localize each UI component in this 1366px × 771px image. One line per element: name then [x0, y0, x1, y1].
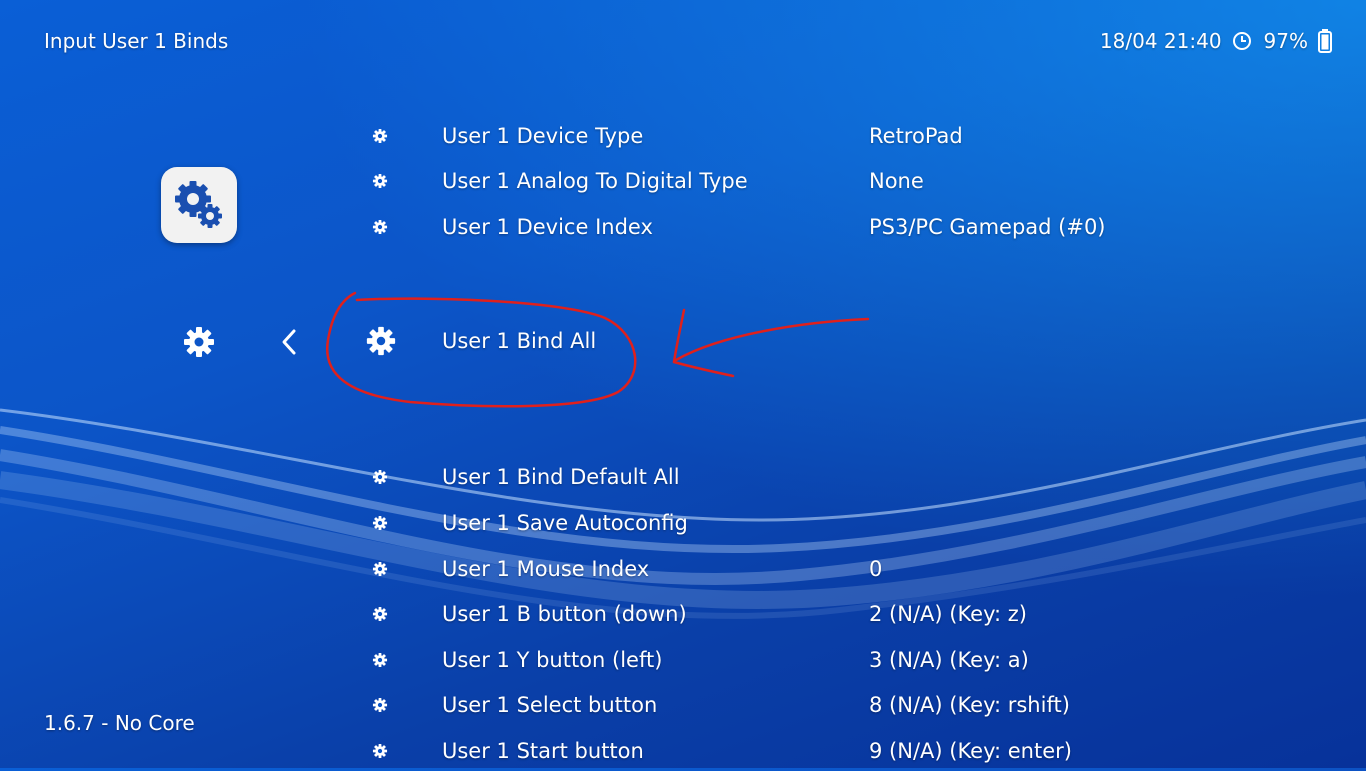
- battery-icon: [1318, 29, 1332, 53]
- gear-icon: [372, 515, 388, 531]
- battery-percent: 97%: [1263, 29, 1308, 53]
- gear-icon: [372, 128, 388, 144]
- page-title: Input User 1 Binds: [44, 29, 229, 53]
- menu-item[interactable]: User 1 Select button 8 (N/A) (Key: rshift…: [360, 685, 1260, 725]
- menu-item-label: User 1 B button (down): [442, 602, 687, 626]
- menu-item-label: User 1 Device Index: [442, 215, 653, 239]
- gear-icon: [182, 325, 216, 359]
- menu-item-label: User 1 Bind All: [442, 329, 597, 353]
- version-label: 1.6.7 - No Core: [44, 711, 195, 735]
- menu-item[interactable]: User 1 Device Index PS3/PC Gamepad (#0): [360, 207, 1260, 247]
- menu-item-label: User 1 Start button: [442, 739, 644, 763]
- menu-item[interactable]: User 1 Device Type RetroPad: [360, 116, 1260, 156]
- gear-icon: [372, 561, 388, 577]
- gear-icon: [372, 606, 388, 622]
- menu-item-value: None: [869, 169, 924, 193]
- menu-item[interactable]: User 1 Start button 9 (N/A) (Key: enter): [360, 731, 1260, 771]
- gear-icon: [365, 325, 397, 357]
- datetime: 18/04 21:40: [1099, 29, 1222, 53]
- menu-item-value: 2 (N/A) (Key: z): [869, 602, 1027, 626]
- menu-item-value: 9 (N/A) (Key: enter): [869, 739, 1072, 763]
- gear-icon: [372, 697, 388, 713]
- menu-item[interactable]: User 1 Bind All: [360, 321, 1260, 361]
- menu-item[interactable]: User 1 Analog To Digital Type None: [360, 161, 1260, 201]
- menu-item[interactable]: User 1 Save Autoconfig: [360, 503, 1260, 543]
- menu-item-value: PS3/PC Gamepad (#0): [869, 215, 1106, 239]
- chevron-left-icon[interactable]: [278, 326, 300, 358]
- gear-icon: [372, 173, 388, 189]
- menu-item[interactable]: User 1 Y button (left) 3 (N/A) (Key: a): [360, 640, 1260, 680]
- gear-icon: [372, 469, 388, 485]
- menu-item-value: 3 (N/A) (Key: a): [869, 648, 1029, 672]
- gear-icon: [372, 652, 388, 668]
- menu-item[interactable]: User 1 Bind Default All: [360, 457, 1260, 497]
- gear-icon: [372, 219, 388, 235]
- menu-item-label: User 1 Save Autoconfig: [442, 511, 688, 535]
- menu-item-label: User 1 Device Type: [442, 124, 644, 148]
- menu-item-value: 8 (N/A) (Key: rshift): [869, 693, 1070, 717]
- menu-item-label: User 1 Y button (left): [442, 648, 663, 672]
- gear-icon: [372, 743, 388, 759]
- settings-gears-icon[interactable]: [161, 167, 237, 243]
- menu-item-value: 0: [869, 557, 883, 581]
- menu-item[interactable]: User 1 B button (down) 2 (N/A) (Key: z): [360, 594, 1260, 634]
- menu-item-label: User 1 Bind Default All: [442, 465, 680, 489]
- menu-item-value: RetroPad: [869, 124, 963, 148]
- menu-item-label: User 1 Select button: [442, 693, 658, 717]
- status-bar: 18/04 21:40 97%: [1100, 29, 1332, 53]
- menu-item[interactable]: User 1 Mouse Index 0: [360, 549, 1260, 589]
- menu-item-label: User 1 Analog To Digital Type: [442, 169, 748, 193]
- clock-icon: [1232, 31, 1252, 51]
- menu-item-label: User 1 Mouse Index: [442, 557, 650, 581]
